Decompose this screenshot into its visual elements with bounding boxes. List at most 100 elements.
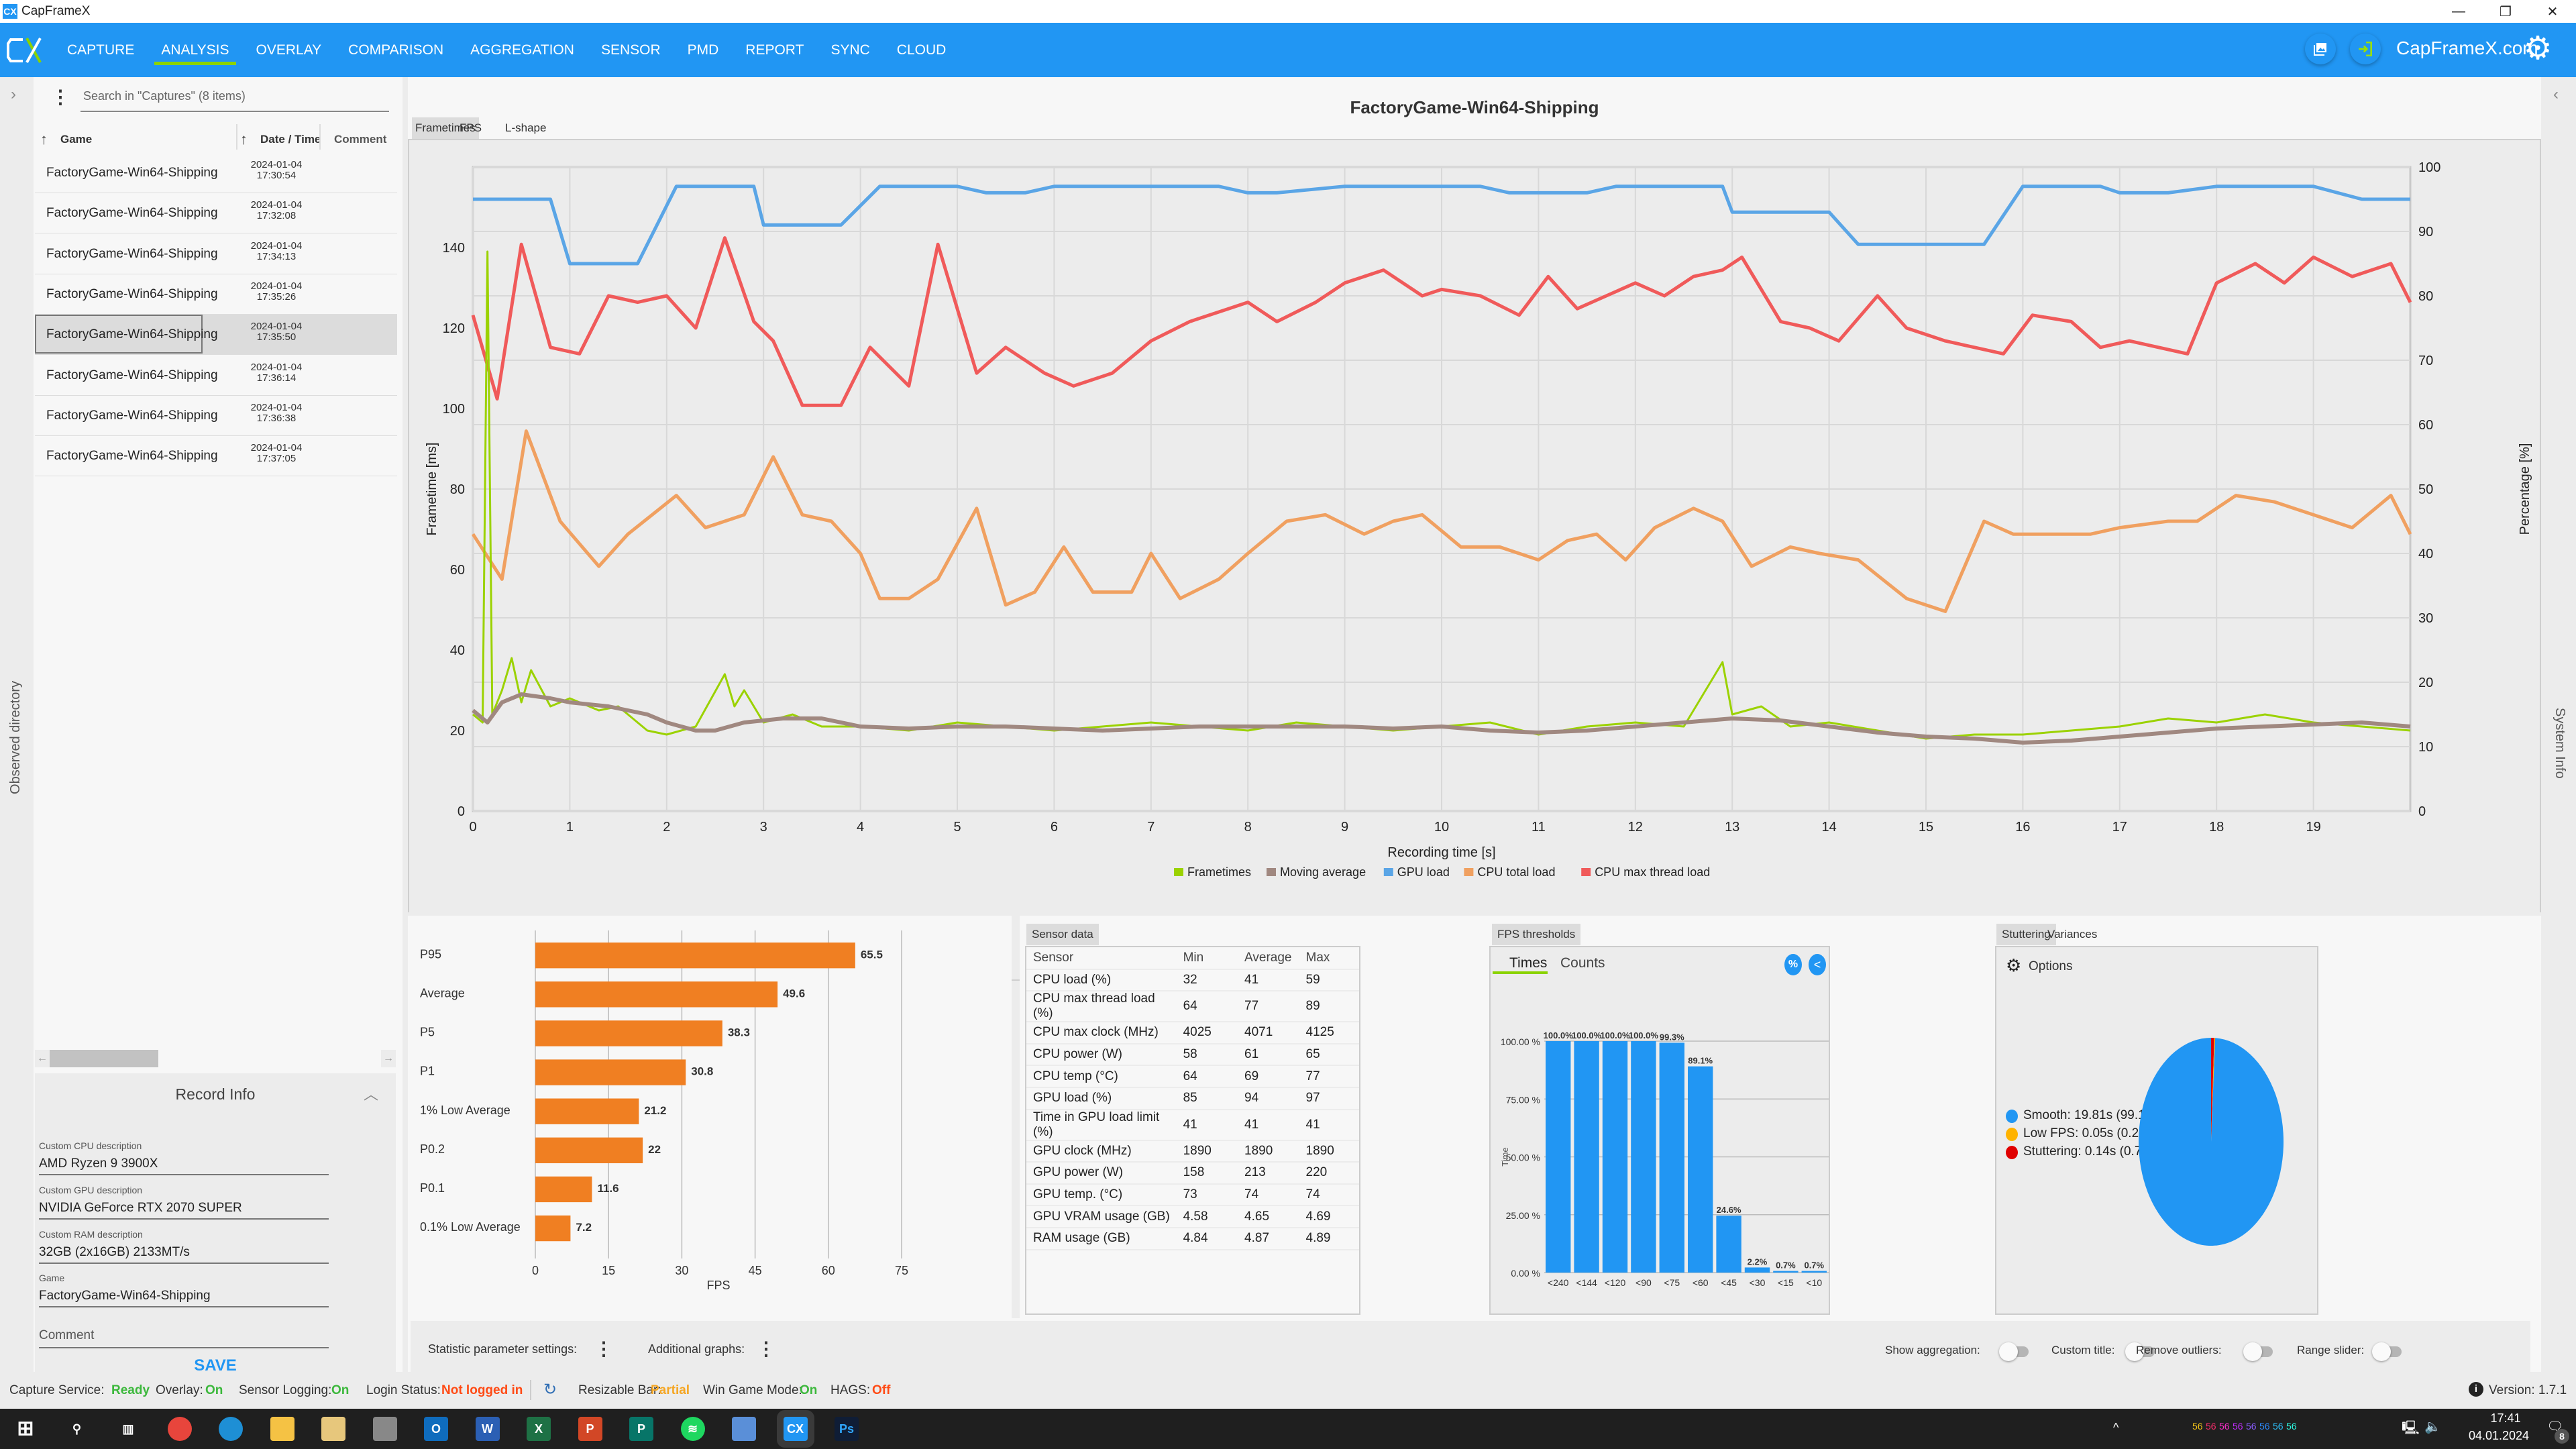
nav-tab-comparison[interactable]: COMPARISON: [335, 23, 457, 77]
additional-graphs-kebab-icon[interactable]: ⋮: [757, 1340, 775, 1358]
capture-row[interactable]: FactoryGame-Win64-Shipping 2024-01-04 17:3…: [35, 356, 397, 396]
capture-row[interactable]: FactoryGame-Win64-Shipping 2024-01-04 17:3…: [35, 396, 397, 436]
capframex-taskbar-icon[interactable]: CX: [783, 1417, 808, 1441]
capframex-website-link[interactable]: CapFrameX.com: [2396, 38, 2538, 59]
capture-row[interactable]: FactoryGame-Win64-Shipping 2024-01-04 17:3…: [35, 234, 397, 274]
tab-times[interactable]: Times: [1509, 955, 1547, 971]
capture-tool-taskbar-icon[interactable]: [372, 1417, 397, 1441]
nav-tab-pmd[interactable]: PMD: [674, 23, 733, 77]
percent-toggle-button[interactable]: %: [1784, 954, 1802, 975]
captures-menu-kebab-icon[interactable]: ⋮: [51, 88, 70, 107]
horizontal-scrollbar[interactable]: ← →: [35, 1050, 396, 1067]
statistic-settings-kebab-icon[interactable]: ⋮: [594, 1340, 613, 1358]
refresh-icon[interactable]: ↻: [543, 1380, 557, 1399]
tray-temperature-readout[interactable]: 56: [2219, 1421, 2230, 1432]
ram-field-value[interactable]: 32GB (2x16GB) 2133MT/s: [39, 1245, 329, 1263]
expand-chevron-left-icon[interactable]: ‹: [2553, 85, 2559, 104]
tab-counts[interactable]: Counts: [1560, 955, 1605, 971]
tray-temperature-readout[interactable]: 56: [2259, 1421, 2270, 1432]
nav-tab-analysis[interactable]: ANALYSIS: [148, 23, 242, 77]
scroll-left-icon[interactable]: ←: [35, 1050, 50, 1067]
game-field-value[interactable]: FactoryGame-Win64-Shipping: [39, 1289, 329, 1306]
ram-description-field[interactable]: Custom RAM description 32GB (2x16GB) 213…: [39, 1229, 329, 1264]
tray-temperature-readout[interactable]: 56: [2246, 1421, 2257, 1432]
frametime-chart-svg[interactable]: 0 1 2 3 4 5 6 7 8 9 10 11 12 13 14 15 16 17 18 190204060801…: [409, 140, 2540, 979]
publisher-taskbar-icon[interactable]: P: [629, 1417, 653, 1441]
tray-overflow-chevron-icon[interactable]: ^: [2113, 1421, 2118, 1435]
game-field[interactable]: Game FactoryGame-Win64-Shipping: [39, 1273, 329, 1307]
nav-tab-report[interactable]: REPORT: [732, 23, 817, 77]
clock-date[interactable]: 04.01.2024: [2455, 1429, 2542, 1443]
powerpoint-taskbar-icon[interactable]: P: [578, 1417, 602, 1441]
comment-placeholder[interactable]: Comment: [39, 1328, 329, 1346]
onedrive-folder-taskbar-icon[interactable]: [321, 1417, 345, 1441]
fps-thresholds-tab[interactable]: FPS thresholds: [1492, 924, 1581, 945]
task-view-taskbar-icon[interactable]: ▥: [116, 1417, 140, 1441]
tray-temperature-readout[interactable]: 56: [2192, 1421, 2203, 1432]
chart-tab-l-shape[interactable]: L-shape: [502, 117, 549, 139]
search-taskbar-icon[interactable]: ⚲: [65, 1417, 89, 1441]
excel-taskbar-icon[interactable]: X: [527, 1417, 551, 1441]
collapse-chevron-up-icon[interactable]: ︿: [364, 1083, 378, 1104]
expand-chevron-icon[interactable]: ›: [11, 85, 16, 104]
capture-row[interactable]: FactoryGame-Win64-Shipping 2024-01-04 17:3…: [35, 153, 397, 193]
scrollbar-thumb[interactable]: [50, 1050, 158, 1067]
back-button[interactable]: <: [1809, 954, 1826, 975]
word-taskbar-icon[interactable]: W: [475, 1417, 500, 1441]
nav-tab-overlay[interactable]: OVERLAY: [243, 23, 335, 77]
capture-row[interactable]: FactoryGame-Win64-Shipping 2024-01-04 17:3…: [35, 315, 397, 356]
capture-row[interactable]: FactoryGame-Win64-Shipping 2024-01-04 17:3…: [35, 193, 397, 234]
nav-tab-capture[interactable]: CAPTURE: [54, 23, 148, 77]
x-tick-label: <144: [1576, 1277, 1597, 1288]
gpu-field-value[interactable]: NVIDIA GeForce RTX 2070 SUPER: [39, 1201, 329, 1218]
volume-icon[interactable]: 🔈: [2424, 1418, 2441, 1435]
tray-temperature-readout[interactable]: 56: [2286, 1421, 2297, 1432]
photoshop-taskbar-icon[interactable]: Ps: [835, 1417, 859, 1441]
settings-gear-icon[interactable]: ⚙: [2521, 32, 2555, 66]
options-button[interactable]: Options: [2029, 959, 2072, 974]
minimize-button[interactable]: —: [2435, 0, 2482, 23]
cpu-field-value[interactable]: AMD Ryzen 9 3900X: [39, 1157, 329, 1174]
nav-tab-cloud[interactable]: CLOUD: [883, 23, 960, 77]
maximize-button[interactable]: ❐: [2482, 0, 2529, 23]
toggle-switch[interactable]: [2243, 1342, 2273, 1361]
nav-tab-aggregation[interactable]: AGGREGATION: [457, 23, 588, 77]
bar-value-label: 99.3%: [1660, 1032, 1684, 1042]
toggle-switch[interactable]: [2372, 1342, 2402, 1361]
chart-tab-fps[interactable]: FPS: [456, 117, 485, 139]
sensor-data-tab[interactable]: Sensor data: [1026, 924, 1099, 945]
outlook-taskbar-icon[interactable]: O: [424, 1417, 448, 1441]
edge-taskbar-icon[interactable]: [219, 1417, 243, 1441]
capture-row[interactable]: FactoryGame-Win64-Shipping 2024-01-04 17:3…: [35, 436, 397, 477]
options-gear-icon[interactable]: ⚙: [2006, 955, 2021, 976]
cpu-description-field[interactable]: Custom CPU description AMD Ryzen 9 3900X: [39, 1140, 329, 1175]
column-date-time[interactable]: Date / Time: [260, 133, 321, 146]
close-button[interactable]: ✕: [2529, 0, 2576, 23]
clock-time[interactable]: 17:41: [2475, 1411, 2536, 1426]
tab-variances[interactable]: Variances: [2047, 928, 2097, 941]
comment-field[interactable]: Comment: [39, 1328, 329, 1348]
captures-search-input[interactable]: Search in "Captures" (8 items): [80, 84, 389, 112]
game-mode-status: On: [800, 1383, 818, 1397]
column-game[interactable]: Game: [60, 133, 92, 146]
tray-temperature-readout[interactable]: 56: [2233, 1421, 2243, 1432]
system-info-tab[interactable]: System Info: [2552, 708, 2567, 779]
toggle-switch[interactable]: [1999, 1342, 2029, 1361]
login-button[interactable]: [2350, 34, 2381, 64]
column-comment[interactable]: Comment: [334, 133, 386, 146]
spotify-taskbar-icon[interactable]: ≋: [680, 1417, 705, 1441]
tray-temperature-readout[interactable]: 56: [2273, 1421, 2284, 1432]
start-taskbar-icon[interactable]: ⊞: [13, 1417, 38, 1441]
nav-tab-sync[interactable]: SYNC: [817, 23, 883, 77]
nav-tab-sensor[interactable]: SENSOR: [588, 23, 674, 77]
observed-directory-tab[interactable]: Observed directory: [8, 681, 23, 794]
capture-row[interactable]: FactoryGame-Win64-Shipping 2024-01-04 17:3…: [35, 274, 397, 315]
file-explorer-taskbar-icon[interactable]: [270, 1417, 294, 1441]
network-icon[interactable]: 🖳: [2402, 1418, 2420, 1441]
tray-temperature-readout[interactable]: 56: [2206, 1421, 2216, 1432]
gpu-description-field[interactable]: Custom GPU description NVIDIA GeForce RT…: [39, 1185, 329, 1220]
chrome-taskbar-icon[interactable]: [167, 1417, 192, 1441]
scroll-right-icon[interactable]: →: [381, 1050, 396, 1067]
remote-desktop-taskbar-icon[interactable]: [732, 1417, 756, 1441]
screenshot-button[interactable]: [2305, 34, 2336, 64]
